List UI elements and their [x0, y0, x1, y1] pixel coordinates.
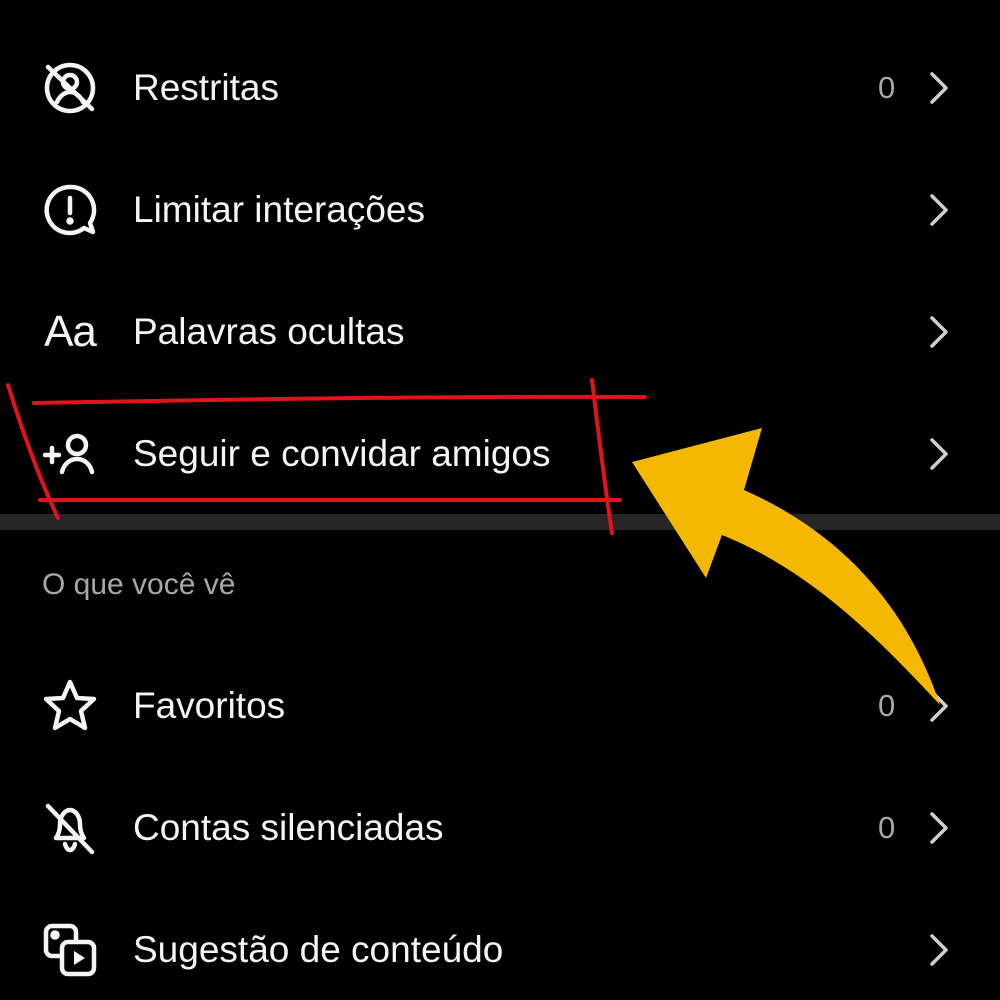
settings-row-count: 0 — [878, 688, 896, 723]
settings-row-restricted[interactable]: Restritas 0 — [0, 38, 1000, 138]
chevron-right-icon — [922, 684, 954, 728]
chevron-right-icon — [922, 432, 954, 476]
add-person-icon — [38, 422, 102, 486]
settings-row-label: Favoritos — [133, 685, 286, 726]
chevron-right-icon — [922, 66, 954, 110]
settings-row-hidden-words[interactable]: Aa Palavras ocultas — [0, 282, 1000, 382]
settings-row-label: Sugestão de conteúdo — [133, 929, 504, 970]
settings-row-label: Limitar interações — [133, 189, 426, 230]
settings-row-count: 0 — [878, 810, 896, 845]
settings-row-label: Restritas — [133, 67, 279, 108]
settings-row-limit-interactions[interactable]: Limitar interações — [0, 160, 1000, 260]
settings-row-count: 0 — [878, 70, 896, 105]
section-divider — [0, 514, 1000, 530]
chevron-right-icon — [922, 310, 954, 354]
settings-row-label: Palavras ocultas — [133, 311, 405, 352]
section-header-what-you-see: O que você vê — [42, 568, 236, 601]
chevron-right-icon — [922, 806, 954, 850]
limit-interactions-icon — [38, 178, 102, 242]
settings-row-content-suggestion[interactable]: Sugestão de conteúdo — [0, 900, 1000, 1000]
settings-row-favorites[interactable]: Favoritos 0 — [0, 656, 1000, 756]
restrict-icon — [38, 56, 102, 120]
text-aa-icon: Aa — [44, 307, 97, 356]
chevron-right-icon — [922, 928, 954, 972]
content-suggestion-icon — [38, 918, 102, 982]
settings-row-label: Seguir e convidar amigos — [133, 433, 551, 474]
settings-row-follow-invite-friends[interactable]: Seguir e convidar amigos — [0, 404, 1000, 504]
muted-bell-icon — [38, 796, 102, 860]
settings-row-label: Contas silenciadas — [133, 807, 444, 848]
settings-row-muted-accounts[interactable]: Contas silenciadas 0 — [0, 778, 1000, 878]
chevron-right-icon — [922, 188, 954, 232]
star-icon — [38, 674, 102, 738]
